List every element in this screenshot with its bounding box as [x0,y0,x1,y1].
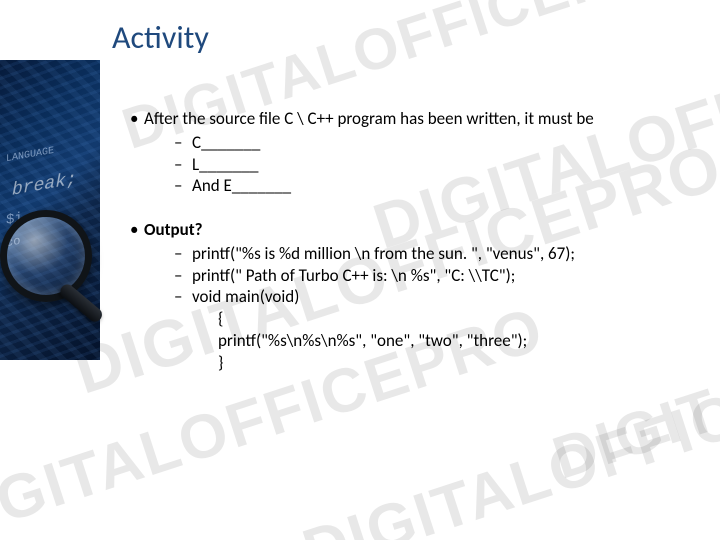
bullet-2-text: Output? [144,219,203,240]
bullet-2: •Output? [130,219,690,241]
slide: DIGITALOFFICEPRO DIGITALOFFICEPRO DIGITA… [0,0,720,540]
bullet-2-sub: –printf("%s is %d million \n from the su… [174,243,690,265]
bullet-1-sub: –C_______ [174,132,690,154]
code-line: } [218,352,690,374]
sub-text: void main(void) [192,286,299,307]
decor-text: break; [12,169,77,200]
sub-text: printf("%s is %d million \n from the sun… [192,243,575,264]
decor-text: LANGUAGE [6,146,54,165]
sub-text: L_______ [192,154,258,175]
bullet-1: •After the source file C \ C++ program h… [130,108,690,130]
sub-text: C_______ [192,132,260,153]
slide-title: Activity [112,18,209,57]
bullet-1-sub: –L_______ [174,154,690,176]
sub-text: And E_______ [192,175,291,196]
slide-body: •After the source file C \ C++ program h… [130,108,690,373]
bullet-1-text: After the source file C \ C++ program ha… [144,108,594,129]
bullet-2-sub: –void main(void) [174,286,690,308]
sub-text: printf(" Path of Turbo C++ is: \n %s", "… [192,265,515,286]
bullet-1-sub: –And E_______ [174,175,690,197]
bullet-2-sub: –printf(" Path of Turbo C++ is: \n %s", … [174,265,690,287]
magnifying-glass-icon [0,210,100,320]
code-line: printf("%s\n%s\n%s", "one", "two", "thre… [218,330,690,352]
code-line: { [218,308,690,330]
